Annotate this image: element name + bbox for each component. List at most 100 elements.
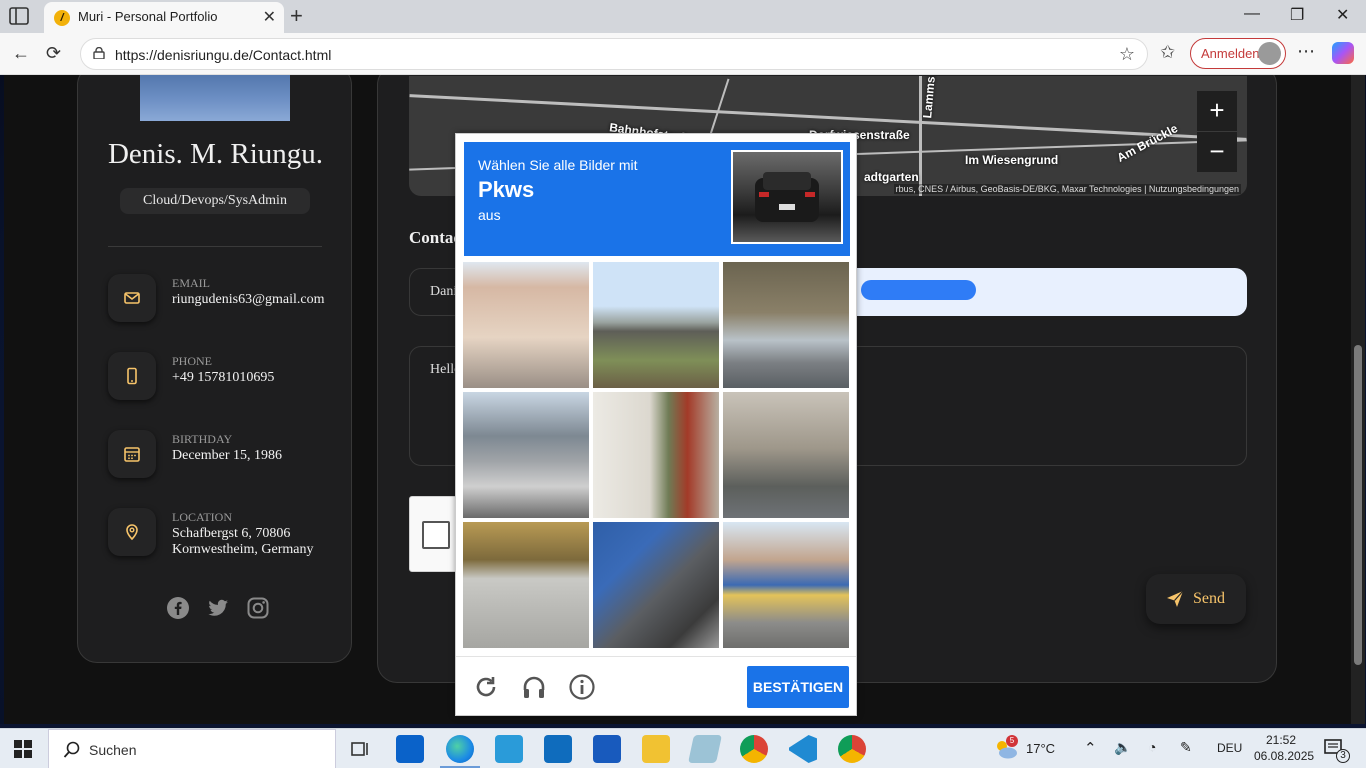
page-scrollbar[interactable] xyxy=(1351,75,1365,724)
captcha-sample-image xyxy=(731,150,843,244)
captcha-keyword: Pkws xyxy=(478,177,535,202)
chrome-profile-icon[interactable] xyxy=(740,735,768,763)
facebook-icon[interactable] xyxy=(166,596,190,620)
site-favicon-icon: / xyxy=(54,10,70,26)
captcha-header: Wählen Sie alle Bilder mit Pkws aus xyxy=(464,142,850,256)
store-icon[interactable] xyxy=(396,735,424,763)
captcha-tile[interactable] xyxy=(723,522,849,648)
captcha-image-grid xyxy=(463,262,851,650)
scroll-thumb[interactable] xyxy=(1354,345,1362,665)
more-menu-icon[interactable]: ⋯ xyxy=(1297,41,1315,62)
map-attribution-text: rbus, CNES / Airbus, GeoBasis-DE/BKG, Ma… xyxy=(895,184,1142,194)
edge-icon[interactable] xyxy=(446,735,474,763)
temperature[interactable]: 17°C xyxy=(1026,741,1055,756)
lock-icon xyxy=(93,47,105,59)
sidebar-toggle-icon[interactable] xyxy=(8,6,32,28)
language-indicator[interactable]: DEU xyxy=(1217,741,1242,755)
taskbar-search[interactable]: Suchen xyxy=(48,729,336,768)
captcha-tile[interactable] xyxy=(593,522,719,648)
map-zoom-out-button[interactable]: − xyxy=(1197,132,1237,172)
mail-icon xyxy=(108,274,156,322)
captcha-verify-button[interactable]: BESTÄTIGEN xyxy=(747,666,849,708)
captcha-tile[interactable] xyxy=(463,392,589,518)
profile-avatar-icon xyxy=(1258,42,1281,65)
phone-value[interactable]: +49 15781010695 xyxy=(172,370,332,386)
minimize-icon[interactable]: — xyxy=(1244,5,1260,23)
login-label: Anmelden xyxy=(1201,46,1260,61)
close-tab-icon[interactable]: ✕ xyxy=(263,7,276,27)
phone-icon xyxy=(108,352,156,400)
map-label: Im Wiesengrund xyxy=(965,153,1059,167)
divider xyxy=(108,246,322,247)
map-attribution: rbus, CNES / Airbus, GeoBasis-DE/BKG, Ma… xyxy=(893,184,1241,194)
social-links xyxy=(166,596,276,620)
email-field[interactable] xyxy=(833,268,1247,316)
vscode-icon[interactable] xyxy=(789,735,817,763)
url-field[interactable]: https://denisriungu.de/Contact.html ☆ xyxy=(80,38,1148,70)
recaptcha-checkbox[interactable] xyxy=(422,521,450,549)
profile-name: Denis. M. Riungu. xyxy=(107,138,324,170)
redacted-email-overlay xyxy=(861,280,976,300)
captcha-footer: BESTÄTIGEN xyxy=(456,656,856,716)
new-tab-icon[interactable]: + xyxy=(290,3,303,29)
taskbar: Suchen 5 17°C ⌃ 🔈 ◔ ✎ DEU 21:52 06.08.20… xyxy=(0,728,1366,768)
map-zoom-in-button[interactable]: + xyxy=(1197,91,1237,131)
captcha-instruction-end: aus xyxy=(478,207,501,223)
captcha-tile[interactable] xyxy=(723,262,849,388)
instagram-icon[interactable] xyxy=(246,596,270,620)
outlook-icon[interactable] xyxy=(544,735,572,763)
bookmark-star-icon[interactable]: ☆ xyxy=(1119,44,1135,65)
location-label: Location xyxy=(172,510,232,524)
url-text: https://denisriungu.de/Contact.html xyxy=(115,47,332,63)
pen-icon[interactable]: ✎ xyxy=(1180,739,1192,756)
copilot-icon[interactable] xyxy=(1332,42,1354,64)
send-button[interactable]: Send xyxy=(1146,574,1246,624)
chrome-icon[interactable] xyxy=(838,735,866,763)
tab-title: Muri - Personal Portfolio xyxy=(78,9,218,24)
twitter-icon[interactable] xyxy=(206,596,230,620)
remote-desktop-icon[interactable] xyxy=(495,735,523,763)
restore-icon[interactable]: ❐ xyxy=(1290,5,1304,25)
active-tab[interactable]: / Muri - Personal Portfolio ✕ xyxy=(44,2,284,33)
name-field-value: Dani xyxy=(430,284,458,299)
file-explorer-icon[interactable] xyxy=(642,735,670,763)
location-value: Schafbergst 6, 70806 Kornwestheim, Germa… xyxy=(172,526,314,557)
map-terms-link[interactable]: Nutzungsbedingungen xyxy=(1149,184,1239,194)
email-label: Email xyxy=(172,276,210,290)
tray-overflow-icon[interactable]: ⌃ xyxy=(1084,739,1097,757)
birthday-value: December 15, 1986 xyxy=(172,448,283,463)
captcha-tile[interactable] xyxy=(463,522,589,648)
contact-phone: Phone +49 15781010695 xyxy=(108,352,338,402)
contact-birthday: Birthday December 15, 1986 xyxy=(108,430,338,480)
notes-icon[interactable] xyxy=(688,735,722,763)
clock-time[interactable]: 21:52 xyxy=(1266,733,1296,747)
favorites-icon[interactable]: ✩ xyxy=(1160,42,1175,63)
email-value[interactable]: riungudenis63@gmail.com xyxy=(172,292,332,308)
volume-icon[interactable]: 🔈 xyxy=(1114,739,1131,756)
reload-challenge-icon[interactable] xyxy=(472,673,500,701)
login-button[interactable]: Anmelden xyxy=(1190,38,1286,69)
phone-label: Phone xyxy=(172,354,213,368)
captcha-tile[interactable] xyxy=(723,392,849,518)
captcha-tile[interactable] xyxy=(593,262,719,388)
info-icon[interactable] xyxy=(568,673,596,701)
back-icon[interactable]: ← xyxy=(12,43,30,64)
form-heading: Contac xyxy=(409,228,461,247)
network-icon[interactable]: ◔ xyxy=(1148,739,1156,755)
send-plane-icon xyxy=(1167,590,1184,607)
close-window-icon[interactable]: ✕ xyxy=(1336,5,1349,25)
windows-start-icon[interactable] xyxy=(14,740,32,758)
birthday-label: Birthday xyxy=(172,432,233,446)
send-label: Send xyxy=(1193,590,1225,607)
captcha-tile[interactable] xyxy=(463,262,589,388)
address-toolbar: ← ⟳ https://denisriungu.de/Contact.html … xyxy=(0,33,1366,75)
map-label: adtgarten xyxy=(864,170,919,184)
word-icon[interactable] xyxy=(593,735,621,763)
tab-bar: / Muri - Personal Portfolio ✕ + — ❐ ✕ xyxy=(0,0,1366,33)
clock-date[interactable]: 06.08.2025 xyxy=(1254,749,1314,763)
weather-badge: 5 xyxy=(1006,735,1018,747)
task-view-icon[interactable] xyxy=(346,735,374,763)
reload-icon[interactable]: ⟳ xyxy=(46,43,61,64)
captcha-tile[interactable] xyxy=(593,392,719,518)
audio-challenge-icon[interactable] xyxy=(520,673,548,701)
